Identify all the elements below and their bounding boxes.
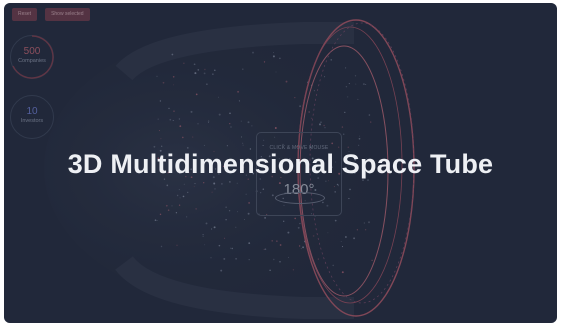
page-title: 3D Multidimensional Space Tube [67,149,494,179]
visualization-frame: Reset Show selected 500 Companies 10 Inv… [4,3,557,323]
